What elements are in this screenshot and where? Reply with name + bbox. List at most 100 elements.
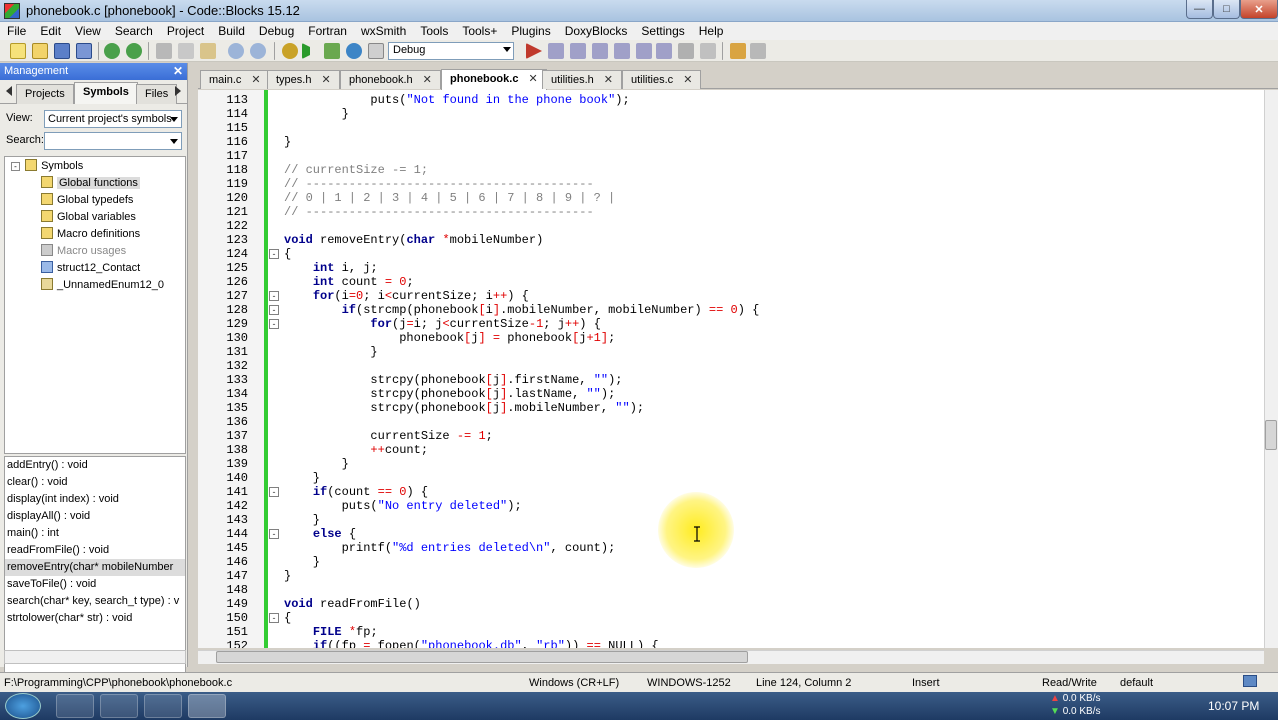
- code-line[interactable]: strcpy(phonebook[j].mobileNumber, "");: [284, 401, 644, 415]
- save-icon[interactable]: [54, 43, 70, 59]
- menu-fortran[interactable]: Fortran: [301, 24, 354, 38]
- tab-utilities-c[interactable]: utilities.c ✕: [622, 70, 702, 89]
- explorer-taskbar-icon[interactable]: [144, 694, 182, 718]
- tree-unnamed-enum[interactable]: _UnnamedEnum12_0: [41, 278, 164, 295]
- build-gear-icon[interactable]: [282, 43, 298, 59]
- tab-types-h[interactable]: types.h ✕: [267, 70, 340, 89]
- tab-main-c[interactable]: main.c ✕: [200, 70, 270, 89]
- abort-icon[interactable]: [368, 43, 384, 59]
- step-into-icon[interactable]: [592, 43, 608, 59]
- code-line[interactable]: if(count == 0) {: [284, 485, 428, 499]
- code-line[interactable]: strcpy(phonebook[j].firstName, "");: [284, 373, 622, 387]
- management-horizontal-scrollbar[interactable]: [4, 650, 186, 664]
- fold-toggle-icon[interactable]: -: [269, 249, 279, 259]
- pause-icon[interactable]: [678, 43, 694, 59]
- menu-plugins[interactable]: Plugins: [504, 24, 557, 38]
- chrome-taskbar-icon[interactable]: [100, 694, 138, 718]
- code-line[interactable]: int i, j;: [284, 261, 378, 275]
- code-line[interactable]: ++count;: [284, 443, 428, 457]
- tab-scroll-right-icon[interactable]: [175, 86, 181, 96]
- list-item[interactable]: main() : int: [5, 525, 185, 542]
- tree-global-functions[interactable]: Global functions: [41, 176, 140, 193]
- cut-icon[interactable]: [156, 43, 172, 59]
- code-line[interactable]: // -------------------------------------…: [284, 205, 594, 219]
- code-line[interactable]: puts("Not found in the phone book");: [284, 93, 629, 107]
- code-line[interactable]: }: [284, 135, 291, 149]
- redo-icon[interactable]: [126, 43, 142, 59]
- code-line[interactable]: for(j=i; j<currentSize-1; j++) {: [284, 317, 600, 331]
- tree-global-variables[interactable]: Global variables: [41, 210, 136, 227]
- tree-macro-usages[interactable]: Macro usages: [41, 244, 126, 261]
- code-line[interactable]: }: [284, 471, 320, 485]
- menu-tools-plus[interactable]: Tools+: [455, 24, 504, 38]
- stop-debug-icon[interactable]: [700, 43, 716, 59]
- list-item[interactable]: addEntry() : void: [5, 457, 185, 474]
- menu-build[interactable]: Build: [211, 24, 252, 38]
- list-item[interactable]: displayAll() : void: [5, 508, 185, 525]
- vertical-scroll-thumb[interactable]: [1265, 420, 1277, 450]
- close-icon[interactable]: ✕: [683, 74, 692, 86]
- copy-icon[interactable]: [178, 43, 194, 59]
- next-instruction-icon[interactable]: [636, 43, 652, 59]
- horizontal-scroll-thumb[interactable]: [216, 651, 748, 663]
- code-line[interactable]: // currentSize -= 1;: [284, 163, 428, 177]
- menu-debug[interactable]: Debug: [252, 24, 301, 38]
- collapse-icon[interactable]: -: [11, 162, 20, 171]
- code-line[interactable]: }: [284, 569, 291, 583]
- code-line[interactable]: }: [284, 457, 349, 471]
- tree-global-typedefs[interactable]: Global typedefs: [41, 193, 133, 210]
- editor-vertical-scrollbar[interactable]: [1264, 90, 1278, 648]
- start-button[interactable]: [5, 693, 41, 719]
- undo-icon[interactable]: [104, 43, 120, 59]
- view-select[interactable]: Current project's symbols: [44, 110, 182, 128]
- list-item[interactable]: clear() : void: [5, 474, 185, 491]
- menu-file[interactable]: File: [0, 24, 33, 38]
- menu-view[interactable]: View: [68, 24, 108, 38]
- close-icon[interactable]: ✕: [604, 74, 613, 86]
- tab-symbols[interactable]: Symbols: [74, 82, 138, 104]
- close-icon[interactable]: ✕: [173, 64, 183, 78]
- fold-toggle-icon[interactable]: -: [269, 529, 279, 539]
- code-editor[interactable]: 113 puts("Not found in the phone book");…: [198, 90, 1264, 648]
- code-line[interactable]: FILE *fp;: [284, 625, 378, 639]
- fold-toggle-icon[interactable]: -: [269, 613, 279, 623]
- search-combo[interactable]: [44, 132, 182, 150]
- close-icon[interactable]: ✕: [251, 74, 260, 86]
- code-line[interactable]: if(strcmp(phonebook[i].mobileNumber, mob…: [284, 303, 760, 317]
- code-line[interactable]: }: [284, 345, 377, 359]
- close-icon[interactable]: ✕: [528, 73, 537, 85]
- tab-files[interactable]: Files: [136, 84, 178, 104]
- minimize-button[interactable]: —: [1186, 0, 1213, 19]
- code-line[interactable]: }: [284, 107, 349, 121]
- menu-help[interactable]: Help: [692, 24, 731, 38]
- next-line-icon[interactable]: [570, 43, 586, 59]
- debug-run-icon[interactable]: [526, 43, 542, 59]
- open-folder-icon[interactable]: [32, 43, 48, 59]
- debug-windows-icon[interactable]: [730, 43, 746, 59]
- tree-struct-contact[interactable]: struct12_Contact: [41, 261, 140, 278]
- list-item[interactable]: strtolower(char* str) : void: [5, 610, 185, 627]
- find-icon[interactable]: [228, 43, 244, 59]
- step-out-icon[interactable]: [614, 43, 630, 59]
- replace-icon[interactable]: [250, 43, 266, 59]
- code-line[interactable]: // -------------------------------------…: [284, 177, 594, 191]
- code-line[interactable]: printf("%d entries deleted\n", count);: [284, 541, 616, 555]
- menu-project[interactable]: Project: [160, 24, 211, 38]
- debug-info-icon[interactable]: [750, 43, 766, 59]
- code-line[interactable]: currentSize -= 1;: [284, 429, 492, 443]
- code-line[interactable]: }: [284, 555, 320, 569]
- code-line[interactable]: // 0 | 1 | 2 | 3 | 4 | 5 | 6 | 7 | 8 | 9…: [284, 191, 615, 205]
- tab-phonebook-h[interactable]: phonebook.h ✕: [340, 70, 441, 89]
- fold-toggle-icon[interactable]: -: [269, 305, 279, 315]
- code-line[interactable]: puts("No entry deleted");: [284, 499, 522, 513]
- run-to-cursor-icon[interactable]: [548, 43, 564, 59]
- menu-settings[interactable]: Settings: [634, 24, 691, 38]
- code-line[interactable]: {: [284, 247, 291, 261]
- menu-wxsmith[interactable]: wxSmith: [354, 24, 413, 38]
- codeblocks-taskbar-icon[interactable]: [188, 694, 226, 718]
- rebuild-icon[interactable]: [346, 43, 362, 59]
- new-file-icon[interactable]: [10, 43, 26, 59]
- code-line[interactable]: phonebook[j] = phonebook[j+1];: [284, 331, 615, 345]
- run-icon[interactable]: [302, 43, 318, 59]
- fold-toggle-icon[interactable]: -: [269, 291, 279, 301]
